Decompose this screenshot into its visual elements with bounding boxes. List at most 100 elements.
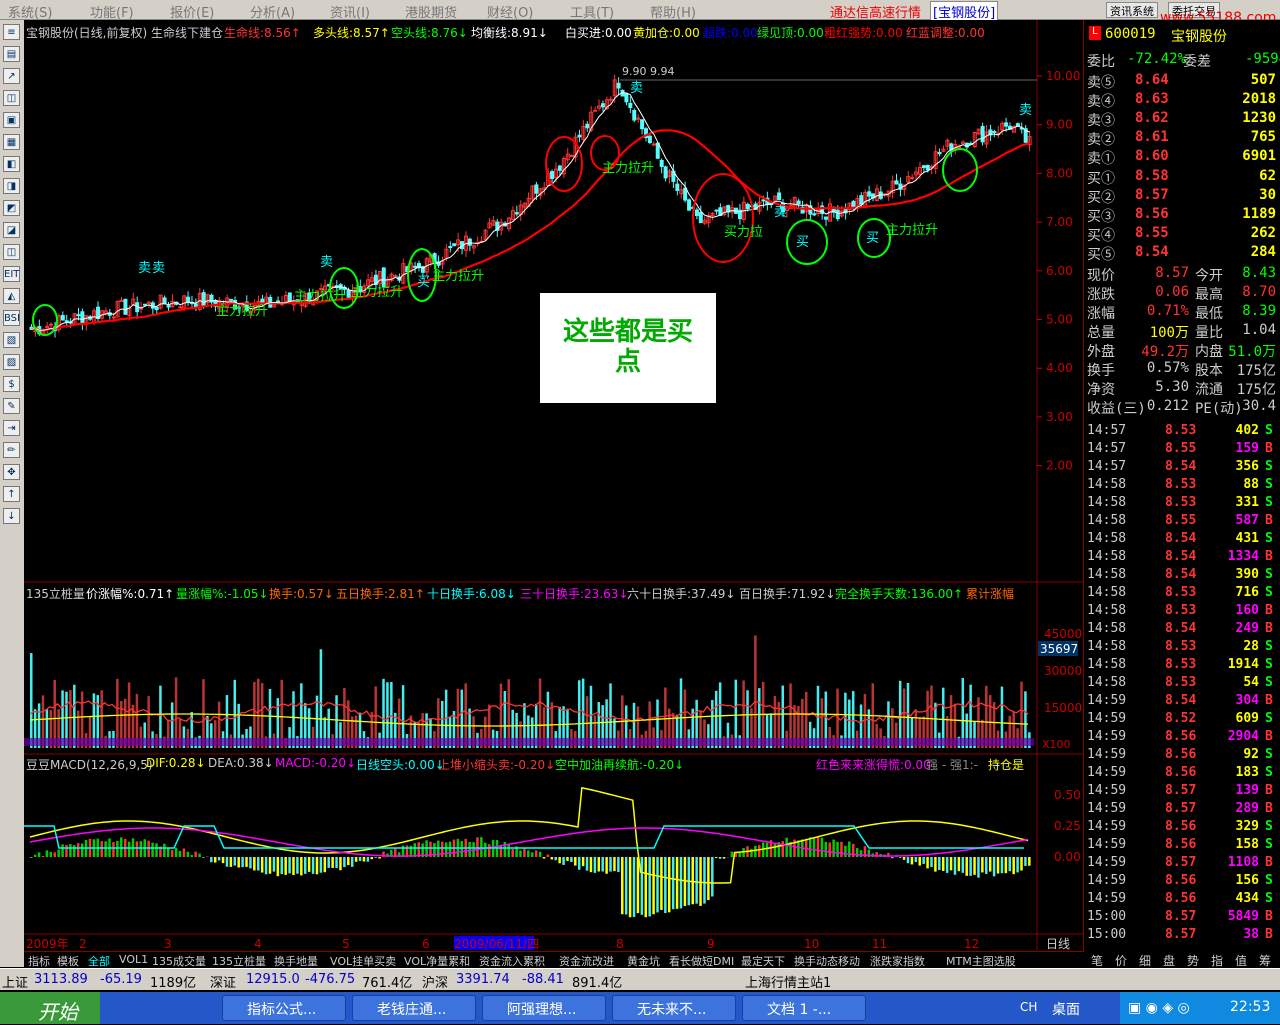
- quote-tab[interactable]: 盘: [1163, 952, 1175, 969]
- macd-bar: [641, 857, 644, 915]
- indicator-tab[interactable]: 资金流改进: [559, 953, 614, 969]
- menu-item[interactable]: 财经(O): [487, 2, 533, 21]
- indicator-tab[interactable]: VOL净量累和: [404, 953, 470, 969]
- tick-side: S: [1265, 423, 1273, 438]
- toolbar-icon[interactable]: ◨: [3, 178, 20, 194]
- tick-side: S: [1265, 657, 1273, 672]
- toolbar-icon[interactable]: ▤: [3, 46, 20, 62]
- candle-body: [922, 166, 925, 168]
- toolbar-icon[interactable]: ▣: [3, 112, 20, 128]
- language-indicator[interactable]: CH: [1020, 1000, 1037, 1014]
- toolbar-icon[interactable]: EIT: [3, 266, 20, 282]
- toolbar-icon[interactable]: $: [3, 376, 20, 392]
- chart-canvas[interactable]: 10.009.008.007.006.005.004.003.002.009.9…: [24, 20, 1084, 967]
- toolbar-icon[interactable]: ▨: [3, 354, 20, 370]
- station-name[interactable]: 上海行情主站1: [745, 972, 831, 991]
- indicator-tab[interactable]: 全部: [88, 953, 110, 969]
- toolbar-icon[interactable]: ⇥: [3, 420, 20, 436]
- indicator-tab[interactable]: 看长做短DMI: [669, 953, 734, 969]
- tick-time: 14:58: [1087, 621, 1126, 636]
- indicator-tab[interactable]: 资金流入累积: [479, 953, 545, 969]
- task-button-4[interactable]: 无未来不...: [612, 995, 736, 1021]
- volume-bars: [30, 635, 1031, 748]
- ask-price: 8.64: [1135, 72, 1169, 88]
- chart-annotation: 买力拉: [724, 225, 763, 240]
- macd-bar: [965, 857, 968, 876]
- toolbar-icon[interactable]: ◫: [3, 244, 20, 260]
- menu-item[interactable]: 报价(E): [170, 2, 214, 21]
- toolbar-icon[interactable]: ✥: [3, 464, 20, 480]
- macd-bar: [202, 857, 205, 858]
- indicator-tab[interactable]: 135立桩量: [212, 953, 266, 969]
- toolbar-icon[interactable]: ▦: [3, 134, 20, 150]
- task-button-3[interactable]: 阿强理想...: [482, 995, 606, 1021]
- toolbar-icon[interactable]: ↓: [3, 508, 20, 524]
- price-axis-label: 5.00: [1046, 313, 1073, 327]
- toolbar-icon[interactable]: ≡: [3, 24, 20, 40]
- menu-item[interactable]: 港股期货: [405, 2, 457, 21]
- indicator-tab[interactable]: 黄金坑: [627, 953, 660, 969]
- indicator-tab[interactable]: 模板: [57, 953, 79, 969]
- ask-label: 卖④: [1087, 91, 1115, 111]
- task-button-5[interactable]: 文档 1 -...: [742, 995, 866, 1021]
- indicator-tab[interactable]: 换手动态移动: [794, 953, 860, 969]
- toolbar-icon[interactable]: ◫: [3, 90, 20, 106]
- tick-side: S: [1265, 639, 1273, 654]
- quote-tab[interactable]: 值: [1235, 952, 1247, 969]
- toolbar-icon[interactable]: ◧: [3, 156, 20, 172]
- tick-price: 8.55: [1165, 441, 1196, 456]
- toolbar-icon[interactable]: ↗: [3, 68, 20, 84]
- toolbar-icon[interactable]: ✏: [3, 442, 20, 458]
- menu-item[interactable]: 分析(A): [250, 2, 295, 21]
- macd-bar: [969, 857, 972, 876]
- order-ratio: -9594: [1245, 51, 1280, 67]
- tray-icons[interactable]: ▣ ◉ ◈ ◎: [1128, 1000, 1190, 1016]
- indicator-tab[interactable]: 涨跌家指数: [870, 953, 925, 969]
- indicator-tab[interactable]: MTM主图选股: [946, 953, 1016, 969]
- indicator-tab[interactable]: VOL挂单买卖: [330, 953, 396, 969]
- macd-bar: [140, 841, 143, 857]
- candle-body: [836, 210, 839, 218]
- desktop-button[interactable]: 桌面: [1052, 999, 1080, 1019]
- start-button[interactable]: 开始: [0, 992, 100, 1024]
- macd-bar: [30, 857, 33, 858]
- tick-volume: 609: [1215, 711, 1259, 726]
- quote-tab[interactable]: 指: [1211, 952, 1223, 969]
- indicator-tab[interactable]: VOL1: [119, 953, 148, 966]
- macd-bar: [637, 857, 640, 913]
- tick-time: 14:59: [1087, 729, 1126, 744]
- toolbar-icon[interactable]: ◩: [3, 200, 20, 216]
- toolbar-icon[interactable]: ↑: [3, 486, 20, 502]
- macd-bar: [954, 857, 957, 875]
- toolbar-icon[interactable]: ▧: [3, 332, 20, 348]
- quote-tab[interactable]: 筹: [1259, 952, 1271, 969]
- quote-tab[interactable]: 势: [1187, 952, 1199, 969]
- task-button-1[interactable]: 指标公式...: [222, 995, 346, 1021]
- menu-item[interactable]: 工具(T): [570, 2, 614, 21]
- menu-item[interactable]: 资讯(I): [330, 2, 370, 21]
- toolbar-icon[interactable]: ◪: [3, 222, 20, 238]
- indicator-tab[interactable]: 指标: [28, 953, 50, 969]
- macd-bar: [985, 857, 988, 874]
- quote-tab[interactable]: 细: [1139, 952, 1151, 969]
- task-button-2[interactable]: 老钱庄通...: [352, 995, 476, 1021]
- stock-tag[interactable]: [宝钢股份]: [930, 1, 998, 22]
- macd-bar: [50, 852, 53, 857]
- macd-bar: [222, 857, 225, 863]
- quote-tab[interactable]: 价: [1115, 952, 1127, 969]
- menu-item[interactable]: 功能(F): [90, 2, 134, 21]
- quote-tab[interactable]: 笔: [1091, 952, 1103, 969]
- indicator-tab[interactable]: 换手地量: [274, 953, 318, 969]
- order-ratio: -72.42%: [1127, 51, 1186, 67]
- indicator-tab[interactable]: 135成交量: [152, 953, 206, 969]
- menu-item[interactable]: 帮助(H): [650, 2, 696, 21]
- chart-area[interactable]: 10.009.008.007.006.005.004.003.002.009.9…: [24, 20, 1084, 967]
- info-system-button[interactable]: 资讯系统: [1106, 2, 1158, 18]
- menu-item[interactable]: 系统(S): [8, 2, 52, 21]
- toolbar-icon[interactable]: ✎: [3, 398, 20, 414]
- toolbar-icon[interactable]: ◭: [3, 288, 20, 304]
- candle-body: [112, 317, 115, 318]
- volume-bar: [320, 649, 323, 748]
- indicator-tab[interactable]: 最定天下: [741, 953, 785, 969]
- toolbar-icon[interactable]: BSI: [3, 310, 20, 326]
